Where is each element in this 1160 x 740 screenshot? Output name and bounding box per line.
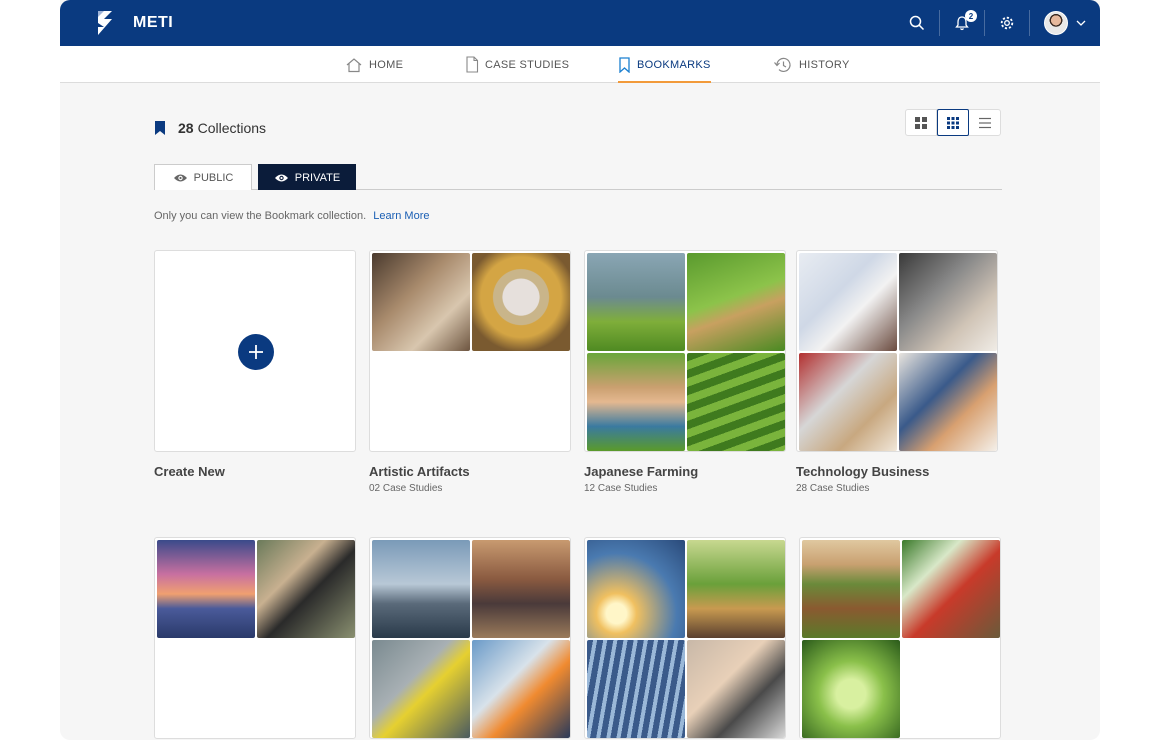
create-new-box[interactable] <box>154 250 356 452</box>
thumbnail-image <box>899 253 997 351</box>
user-menu[interactable] <box>1030 0 1088 46</box>
brand-name: METI <box>133 14 174 31</box>
collection-thumbnails[interactable] <box>369 537 571 739</box>
privacy-note-text: Only you can view the Bookmark collectio… <box>154 210 367 222</box>
thumbnail-image <box>687 353 785 451</box>
collections-header: 28 Collections <box>154 120 266 136</box>
eye-icon <box>173 174 187 181</box>
plus-icon[interactable] <box>238 334 274 370</box>
main-nav: HOME CASE STUDIES BOOKMARKS HISTORY <box>60 46 1100 83</box>
card-subtitle: 12 Case Studies <box>584 483 658 494</box>
search-icon <box>909 15 925 31</box>
top-bar: METI 2 <box>60 0 1100 46</box>
tab-public-label: PUBLIC <box>193 171 234 184</box>
nav-bookmarks-label: BOOKMARKS <box>637 58 711 71</box>
gear-icon <box>1000 16 1014 30</box>
chevron-down-icon <box>1076 20 1086 26</box>
collection-thumbnails[interactable] <box>796 250 998 452</box>
eye-icon <box>274 174 288 181</box>
card-subtitle: 02 Case Studies <box>369 483 443 494</box>
tab-private-label: PRIVATE <box>294 171 341 184</box>
thumbnail-image <box>802 640 900 738</box>
collection-thumbnails[interactable] <box>584 537 786 739</box>
bookmark-icon <box>619 56 630 73</box>
tab-private[interactable]: PRIVATE <box>258 164 356 190</box>
card-title: Technology Business <box>796 464 930 479</box>
card-title: Japanese Farming <box>584 464 699 479</box>
thumbnail-image <box>257 540 355 638</box>
thumbnail-image <box>372 640 470 738</box>
thumbnail-image <box>899 353 997 451</box>
card-title: Create New <box>154 464 225 479</box>
collection-thumbnails[interactable] <box>584 250 786 452</box>
nav-home-label: HOME <box>369 58 404 71</box>
avatar <box>1044 11 1068 35</box>
nav-history-label: HISTORY <box>799 58 850 71</box>
create-new-card[interactable]: Create New <box>154 250 356 479</box>
thumbnail-image <box>157 540 255 638</box>
nav-bookmarks[interactable]: BOOKMARKS <box>618 46 711 83</box>
visibility-tabs: PUBLIC PRIVATE <box>154 164 1002 190</box>
collections-label: Collections <box>197 120 267 136</box>
tab-public[interactable]: PUBLIC <box>154 164 252 190</box>
collection-card[interactable] <box>369 537 571 739</box>
thumbnail-image <box>472 540 570 638</box>
view-list-button[interactable] <box>969 110 1000 135</box>
nav-case-studies-label: CASE STUDIES <box>485 58 570 71</box>
notification-badge: 2 <box>965 10 977 22</box>
collection-thumbnails[interactable] <box>369 250 571 452</box>
card-subtitle: 28 Case Studies <box>796 483 870 494</box>
top-actions: 2 <box>895 0 1088 46</box>
view-grid-large-button[interactable] <box>906 110 937 135</box>
nav-home[interactable]: HOME <box>345 46 403 83</box>
nav-case-studies[interactable]: CASE STUDIES <box>465 46 569 83</box>
collection-card-technology-business[interactable]: Technology Business 28 Case Studies <box>796 250 998 494</box>
settings-button[interactable] <box>985 0 1029 46</box>
app-window: METI 2 HOME CASE STUDIES BOOKMARKS HISTO… <box>60 0 1100 740</box>
thumbnail-image <box>687 253 785 351</box>
search-button[interactable] <box>895 0 939 46</box>
thumbnail-image <box>587 540 685 638</box>
collection-card[interactable] <box>154 537 356 739</box>
card-title: Artistic Artifacts <box>369 464 470 479</box>
grid-large-icon <box>915 116 927 129</box>
learn-more-link[interactable]: Learn More <box>373 210 429 222</box>
bookmark-icon <box>155 121 165 135</box>
thumbnail-image <box>472 253 570 351</box>
nav-history[interactable]: HISTORY <box>773 46 850 83</box>
thumbnail-image <box>372 540 470 638</box>
thumbnail-image <box>799 253 897 351</box>
document-icon <box>466 56 479 73</box>
thumbnail-image <box>372 253 470 351</box>
collection-thumbnails[interactable] <box>799 537 1001 739</box>
thumbnail-image <box>587 353 685 451</box>
thumbnail-image <box>902 540 1000 638</box>
thumbnail-image <box>587 253 685 351</box>
thumbnail-image <box>687 540 785 638</box>
collections-count: 28 <box>178 120 194 136</box>
privacy-note: Only you can view the Bookmark collectio… <box>154 210 429 222</box>
meti-logo[interactable] <box>90 8 120 38</box>
notifications-button[interactable]: 2 <box>940 0 984 46</box>
collection-card-japanese-farming[interactable]: Japanese Farming 12 Case Studies <box>584 250 786 494</box>
view-grid-small-button[interactable] <box>937 109 969 136</box>
home-icon <box>346 57 362 72</box>
list-icon <box>978 117 991 128</box>
grid-small-icon <box>947 116 959 129</box>
collection-thumbnails[interactable] <box>154 537 356 739</box>
collection-card[interactable] <box>584 537 786 739</box>
history-icon <box>774 57 791 72</box>
thumbnail-image <box>587 640 685 738</box>
view-switcher <box>905 109 1001 136</box>
collection-card[interactable] <box>799 537 1001 739</box>
thumbnail-image <box>687 640 785 738</box>
thumbnail-image <box>472 640 570 738</box>
thumbnail-image <box>802 540 900 638</box>
thumbnail-image <box>799 353 897 451</box>
collection-card-artistic-artifacts[interactable]: Artistic Artifacts 02 Case Studies <box>369 250 571 494</box>
